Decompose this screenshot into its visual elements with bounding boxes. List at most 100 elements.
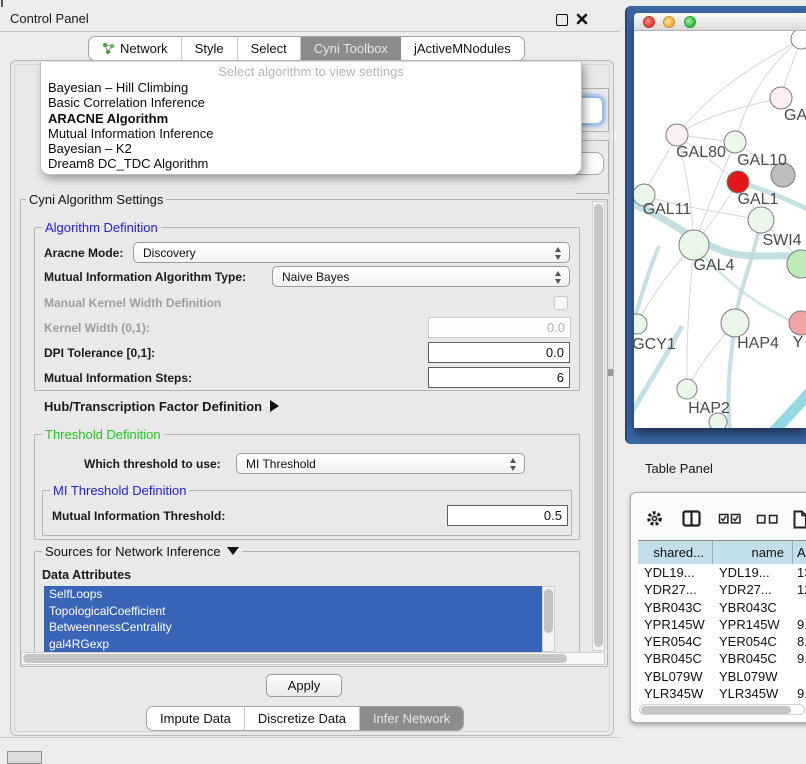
table-cell: 9. <box>793 650 806 667</box>
mi-type-combobox[interactable]: Naive Bayes <box>272 266 570 287</box>
settings-vertical-scrollbar-thumb[interactable] <box>594 204 603 647</box>
tab-network[interactable]: Network <box>89 37 182 60</box>
network-node-gal[interactable] <box>770 87 792 109</box>
table-horizontal-scrollbar-thumb[interactable] <box>641 706 791 714</box>
table-cell: YER054C <box>713 633 793 650</box>
algorithm-option[interactable]: ARACNE Algorithm <box>41 111 581 126</box>
which-threshold-combobox[interactable]: MI Threshold <box>236 453 525 474</box>
minimize-traffic-light[interactable] <box>663 16 675 28</box>
settings-horizontal-scrollbar-thumb[interactable] <box>23 654 567 663</box>
algorithm-option[interactable]: Mutual Information Inference <box>41 126 581 141</box>
algorithm-option[interactable]: Dream8 DC_TDC Algorithm <box>41 156 581 171</box>
table-cell: 9. <box>793 685 806 702</box>
mi-type-value: Naive Bayes <box>282 270 349 284</box>
table-row[interactable]: YBR045CYBR045C9. <box>638 650 806 667</box>
float-window-icon[interactable] <box>556 14 568 26</box>
close-icon[interactable] <box>576 13 588 25</box>
minimized-panel-fragment <box>7 751 42 764</box>
table-cell <box>793 599 806 616</box>
split-columns-icon[interactable] <box>682 510 701 527</box>
table-cell: 13 <box>793 564 806 581</box>
tab-label: Select <box>251 41 287 56</box>
table-row[interactable]: YDR27...YDR27...12 <box>638 581 806 598</box>
network-node-hap2[interactable] <box>677 379 697 399</box>
apply-button[interactable]: Apply <box>266 674 342 697</box>
tab-infer-network[interactable]: Infer Network <box>360 707 463 730</box>
table-cell: YBR045C <box>638 650 713 667</box>
mi-threshold-input[interactable]: 0.5 <box>447 505 568 526</box>
data-attributes-list[interactable]: SelfLoopsTopologicalCoefficientBetweenne… <box>44 586 542 652</box>
tab-label: Style <box>195 41 224 56</box>
tab-select[interactable]: Select <box>238 37 301 60</box>
algorithm-option[interactable]: Bayesian – K2 <box>41 141 581 156</box>
node-label: GAL <box>784 107 806 124</box>
cyni-settings-title: Cyni Algorithm Settings <box>26 192 166 207</box>
splitter-handle[interactable] <box>608 369 613 376</box>
gear-icon[interactable] <box>646 510 663 527</box>
dpi-tolerance-label: DPI Tolerance [0,1]: <box>44 346 155 360</box>
table-row[interactable]: YPR145WYPR145W9. <box>638 616 806 633</box>
table-row[interactable]: YLR345WYLR345W9. <box>638 685 806 702</box>
table-row[interactable]: YER054CYER054C8. <box>638 633 806 650</box>
tab-discretize-data[interactable]: Discretize Data <box>245 707 360 730</box>
dpi-tolerance-input[interactable]: 0.0 <box>428 342 570 363</box>
network-thick-edges <box>634 182 806 428</box>
table-row[interactable]: YDL19...YDL19...13 <box>638 564 806 581</box>
manual-kernel-label: Manual Kernel Width Definition <box>44 296 221 310</box>
algorithm-option[interactable]: Bayesian – Hill Climbing <box>41 80 581 95</box>
algorithm-definition-title: Algorithm Definition <box>42 220 161 235</box>
attribute-item-selected[interactable]: gal4RGexp <box>44 636 542 653</box>
network-node[interactable] <box>727 171 749 193</box>
node-label: GAL80 <box>676 144 726 161</box>
network-node-y[interactable] <box>789 311 806 335</box>
table-row[interactable]: YBL079WYBL079W <box>638 668 806 685</box>
network-node-gal80[interactable] <box>666 124 688 146</box>
network-node-gal1[interactable] <box>748 207 774 233</box>
network-node-gcy1[interactable] <box>634 314 647 334</box>
select-all-checkboxes-icon[interactable] <box>718 510 743 527</box>
network-node-gal4[interactable] <box>679 230 709 260</box>
hub-definition-toggle[interactable]: Hub/Transcription Factor Definition <box>44 399 279 414</box>
attributes-scrollbar-thumb[interactable] <box>544 589 553 633</box>
mi-steps-input[interactable]: 6 <box>428 367 570 388</box>
table-cell: YLR345W <box>713 685 793 702</box>
table-cell: YER054C <box>638 633 713 650</box>
tab-style[interactable]: Style <box>182 37 238 60</box>
table-column-header[interactable]: shared... <box>638 541 713 564</box>
node-label: SWI4 <box>762 232 801 249</box>
data-attributes-label: Data Attributes <box>42 568 131 582</box>
table-column-header[interactable]: name <box>713 541 793 564</box>
close-traffic-light[interactable] <box>643 16 655 28</box>
node-label: GAL11 <box>643 201 692 218</box>
tab-label: Network <box>120 41 168 56</box>
attribute-item-selected[interactable]: TopologicalCoefficient <box>44 603 542 620</box>
manual-kernel-checkbox[interactable] <box>554 296 568 310</box>
document-icon[interactable] <box>793 510 806 529</box>
network-tab-icon <box>102 42 115 55</box>
network-canvas[interactable]: GALGAL80GAL10GAL11GAL1GAL4SWI4GCY1HAP4YH… <box>634 31 806 428</box>
table-cell <box>793 668 806 685</box>
sources-toggle[interactable]: Sources for Network Inference <box>42 544 242 559</box>
tab-cyni-toolbox[interactable]: Cyni Toolbox <box>301 37 401 60</box>
tab-label: Discretize Data <box>258 711 346 726</box>
algorithm-option[interactable]: Basic Correlation Inference <box>41 95 581 110</box>
network-node-hap4[interactable] <box>721 309 749 337</box>
table-cell: YBL079W <box>713 668 793 685</box>
attribute-item-selected[interactable]: BetweennessCentrality <box>44 619 542 636</box>
zoom-traffic-light[interactable] <box>684 16 696 28</box>
expand-arrow-icon <box>270 400 279 412</box>
combo-spinner-icon <box>555 247 562 260</box>
tab-jactivemnodules[interactable]: jActiveMNodules <box>401 37 524 60</box>
tab-impute-data[interactable]: Impute Data <box>147 707 245 730</box>
node-label: HAP4 <box>737 335 779 352</box>
table-cell: 9. <box>793 616 806 633</box>
network-node-gal10[interactable] <box>724 131 746 153</box>
network-node[interactable] <box>791 31 806 49</box>
table-column-header[interactable]: A <box>793 541 806 564</box>
network-window-titlebar[interactable] <box>634 13 806 31</box>
aracne-mode-combobox[interactable]: Discovery <box>133 242 570 263</box>
attribute-item-selected[interactable]: SelfLoops <box>44 586 542 603</box>
kernel-width-input[interactable]: 0.0 <box>428 317 571 338</box>
deselect-all-checkboxes-icon[interactable] <box>756 510 779 527</box>
table-row[interactable]: YBR043CYBR043C <box>638 599 806 616</box>
